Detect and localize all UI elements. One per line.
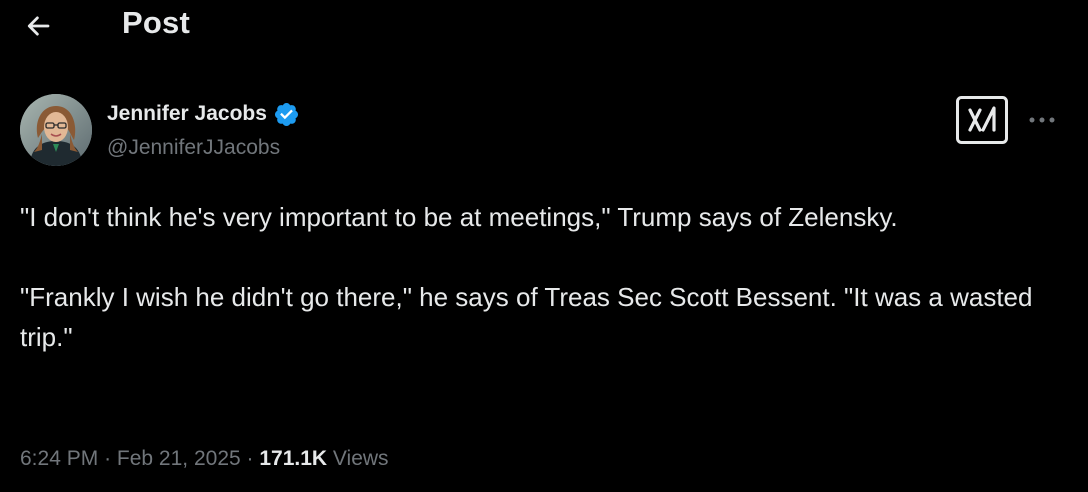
meta-separator: · (104, 447, 112, 470)
grok-button[interactable] (956, 96, 1008, 144)
author-handle[interactable]: @JenniferJJacobs (107, 136, 280, 160)
views-label: Views (332, 447, 389, 470)
views-link[interactable]: 171.1K Views (259, 447, 388, 470)
post-time-link[interactable]: 6:24 PM · Feb 21, 2025 (20, 447, 241, 470)
arrow-left-icon (27, 16, 50, 36)
more-options-button[interactable] (1024, 106, 1060, 134)
more-horizontal-icon (1029, 117, 1055, 123)
post-time: 6:24 PM (20, 447, 99, 470)
post-paragraph: "I don't think he's very important to be… (20, 202, 898, 232)
page-title: Post (122, 5, 190, 40)
author-name: Jennifer Jacobs (107, 102, 267, 125)
meta-separator: · (246, 447, 254, 470)
post-paragraph: "Frankly I wish he didn't go there," he … (20, 282, 1033, 352)
post-text: "I don't think he's very important to be… (20, 197, 1065, 357)
avatar-image (20, 94, 92, 166)
post-date: Feb 21, 2025 (116, 447, 241, 470)
views-count: 171.1K (259, 447, 328, 470)
verified-badge-icon (273, 99, 303, 129)
grok-icon (956, 96, 1008, 144)
author-name-link[interactable]: Jennifer Jacobs (107, 99, 303, 129)
top-bar: Post (0, 0, 1088, 52)
post-meta: 6:24 PM · Feb 21, 2025 · 171.1K Views (20, 447, 389, 471)
avatar[interactable] (20, 94, 92, 166)
back-button[interactable] (20, 8, 56, 44)
